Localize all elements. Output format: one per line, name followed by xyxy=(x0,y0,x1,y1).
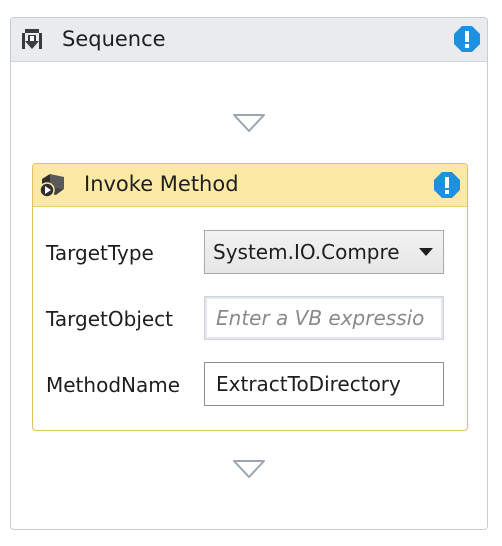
validation-warning-icon[interactable] xyxy=(453,25,481,53)
invoke-method-header[interactable]: Invoke Method xyxy=(33,164,467,207)
sequence-header[interactable]: Sequence xyxy=(11,18,487,62)
drop-target-arrow-icon[interactable] xyxy=(232,113,266,133)
chevron-down-icon[interactable] xyxy=(419,248,433,256)
drop-target-arrow-icon[interactable] xyxy=(232,459,266,479)
target-type-value: System.IO.Compre xyxy=(213,240,400,264)
target-type-dropdown[interactable]: System.IO.Compre xyxy=(204,230,444,274)
invoke-method-icon xyxy=(39,174,64,198)
target-object-label: TargetObject xyxy=(46,307,174,331)
target-object-input[interactable] xyxy=(204,296,444,340)
method-name-label: MethodName xyxy=(46,373,181,397)
sequence-container[interactable]: Sequence Invoke Method TargetType System… xyxy=(10,17,488,530)
target-type-label: TargetType xyxy=(46,241,154,265)
method-name-input[interactable] xyxy=(204,362,444,406)
sequence-title: Sequence xyxy=(62,27,166,51)
sequence-icon xyxy=(22,29,42,49)
validation-warning-icon[interactable] xyxy=(433,171,461,199)
invoke-method-title: Invoke Method xyxy=(84,172,239,196)
invoke-method-activity[interactable]: Invoke Method TargetType System.IO.Compr… xyxy=(32,163,468,431)
